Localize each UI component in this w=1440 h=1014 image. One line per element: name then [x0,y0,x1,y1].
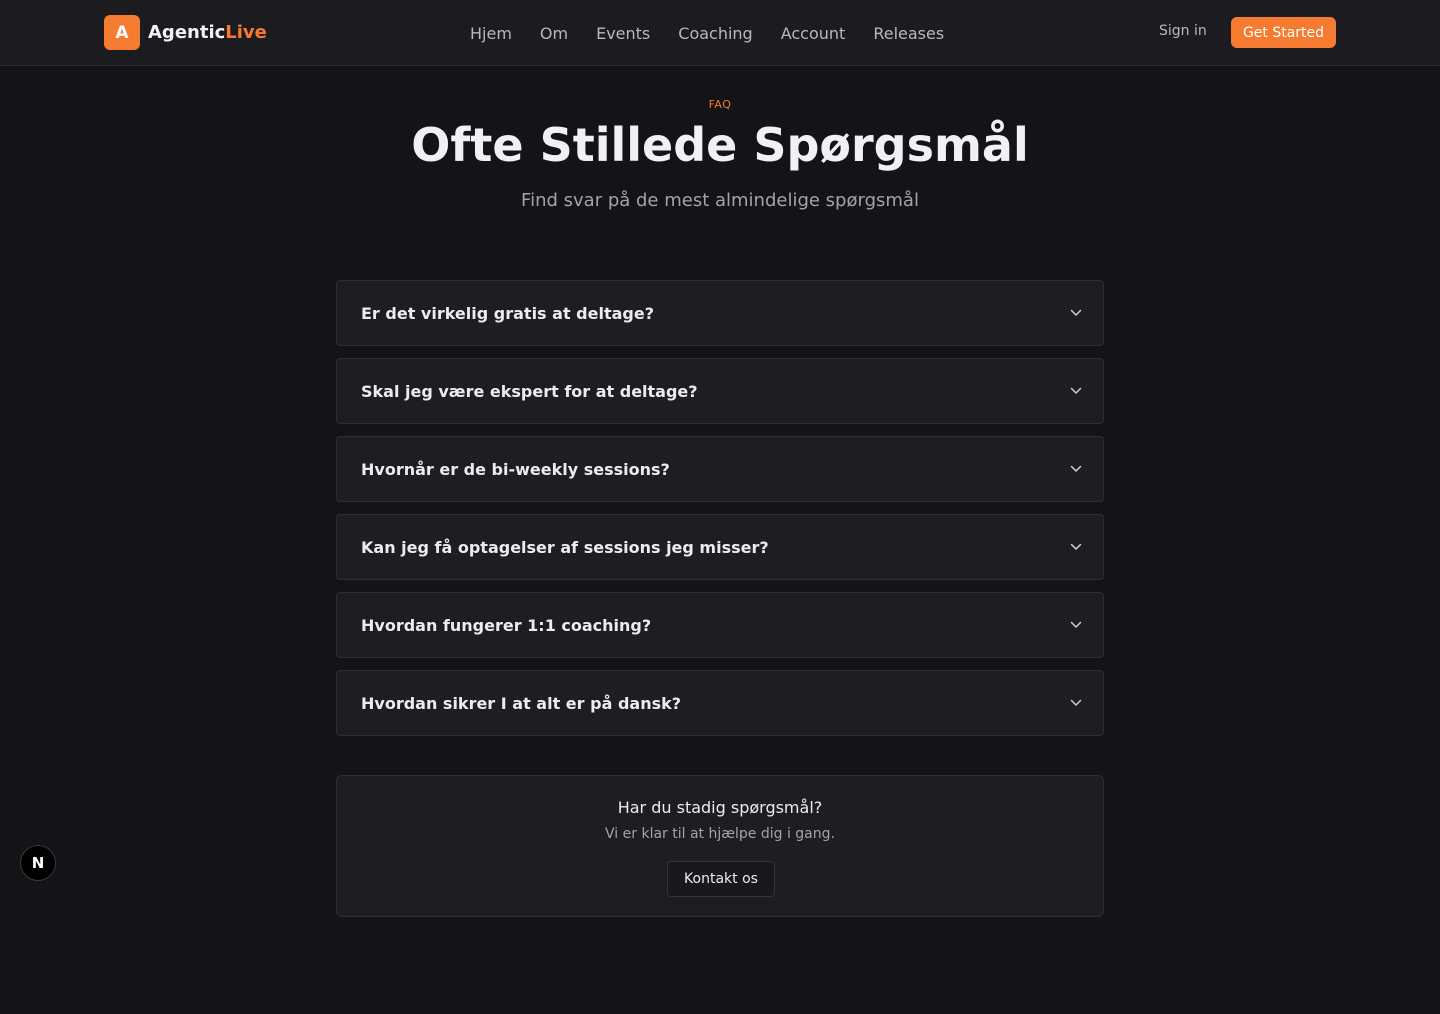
contact-title: Har du stadig spørgsmål? [617,798,823,817]
faq-question: Er det virkelig gratis at deltage? [361,303,654,323]
faq-question: Kan jeg få optagelser af sessions jeg mi… [361,537,769,557]
faq-item[interactable]: Hvornår er de bi-weekly sessions? [336,436,1104,502]
main-nav: Hjem Om Events Coaching Account Releases [470,0,972,66]
chevron-down-icon [1069,540,1083,554]
section-eyebrow: FAQ [708,98,732,111]
brand-name-primary: Agentic [148,22,226,43]
brand-name-accent: Live [225,22,267,43]
sign-in-link[interactable]: Sign in [1159,23,1207,39]
faq-item[interactable]: Hvordan sikrer I at alt er på dansk? [336,670,1104,736]
nav-item-om[interactable]: Om [540,24,568,43]
faq-item[interactable]: Hvordan fungerer 1:1 coaching? [336,592,1104,658]
get-started-button[interactable]: Get Started [1231,17,1336,48]
logo-badge: A [104,15,140,50]
brand-name: AgenticLive [148,22,267,43]
faq-question: Hvornår er de bi-weekly sessions? [361,459,670,479]
faq-item[interactable]: Skal jeg være ekspert for at deltage? [336,358,1104,424]
chevron-down-icon [1069,696,1083,710]
chevron-down-icon [1069,618,1083,632]
contact-card: Har du stadig spørgsmål? Vi er klar til … [336,775,1104,917]
faq-question: Hvordan sikrer I at alt er på dansk? [361,693,682,713]
nav-item-account[interactable]: Account [781,24,846,43]
dev-badge-letter: N [31,854,45,872]
top-navigation-bar: A AgenticLive Hjem Om Events Coaching Ac… [0,0,1440,66]
faq-item[interactable]: Kan jeg få optagelser af sessions jeg mi… [336,514,1104,580]
contact-us-button[interactable]: Kontakt os [667,861,775,897]
nav-item-coaching[interactable]: Coaching [678,24,752,43]
nav-item-hjem[interactable]: Hjem [470,24,512,43]
faq-item[interactable]: Er det virkelig gratis at deltage? [336,280,1104,346]
faq-list: Er det virkelig gratis at deltage? Skal … [336,280,1104,748]
chevron-down-icon [1069,306,1083,320]
faq-question: Skal jeg være ekspert for at deltage? [361,381,698,401]
brand-logo[interactable]: A AgenticLive [104,15,267,50]
page-title: Ofte Stillede Spørgsmål [411,118,1029,172]
chevron-down-icon [1069,384,1083,398]
nav-item-events[interactable]: Events [596,24,650,43]
nextjs-icon[interactable]: N [20,845,56,881]
page-subtitle: Find svar på de mest almindelige spørgsm… [521,190,919,211]
nav-item-releases[interactable]: Releases [873,24,944,43]
chevron-down-icon [1069,462,1083,476]
faq-question: Hvordan fungerer 1:1 coaching? [361,615,652,635]
contact-text: Vi er klar til at hjælpe dig i gang. [605,826,835,842]
